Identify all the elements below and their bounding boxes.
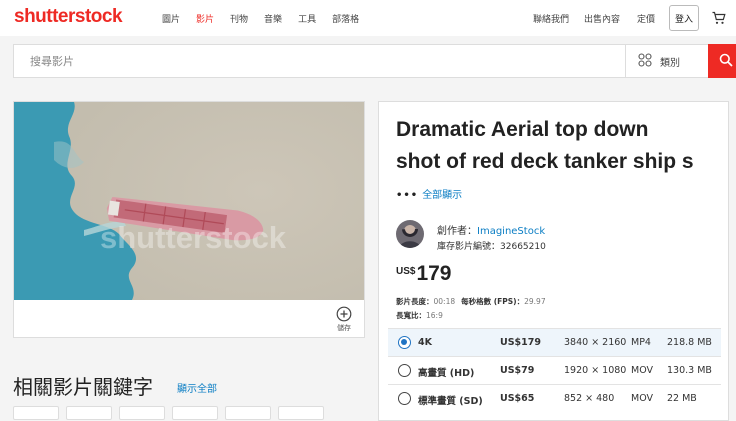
search-button[interactable]	[708, 44, 736, 78]
contact-us-link[interactable]: 聯絡我們	[533, 12, 569, 25]
video-preview-card: shutterstock 儲存	[13, 101, 365, 338]
nav-item-editorial[interactable]: 刊物	[230, 12, 248, 25]
category-button[interactable]: 類別	[625, 45, 705, 77]
keyword-chip[interactable]	[13, 406, 59, 420]
watermark-text: shutterstock	[100, 220, 287, 255]
save-label: 儲存	[337, 324, 351, 332]
option-row-4k[interactable]: 4K US$179 3840 × 2160 MP4 218.8 MB	[388, 328, 721, 356]
details-panel: Dramatic Aerial top down shot of red dec…	[378, 101, 729, 421]
radio-sd[interactable]	[398, 392, 411, 405]
nav-item-blog[interactable]: 部落格	[332, 12, 359, 25]
search-icon	[719, 52, 733, 71]
video-thumbnail[interactable]: shutterstock	[14, 102, 364, 300]
search-bar: 類別	[13, 44, 736, 78]
stock-id-line: 庫存影片編號：32665210	[437, 242, 546, 252]
radio-hd[interactable]	[398, 364, 411, 377]
keyword-chip[interactable]	[278, 406, 324, 420]
nav-item-video[interactable]: 影片	[196, 12, 214, 25]
clip-length-and-fps: 影片長度：00:18 每秒格數 (FPS)：29.97	[396, 297, 546, 306]
video-title: Dramatic Aerial top down shot of red dec…	[396, 118, 694, 173]
author-line: 創作者：ImagineStock	[437, 226, 546, 237]
price: US$179	[396, 262, 452, 285]
nav-item-music[interactable]: 音樂	[264, 12, 282, 25]
category-label: 類別	[660, 57, 680, 69]
ellipsis-icon: •••	[396, 190, 419, 201]
shutterstock-logo[interactable]: shutterstock	[14, 6, 123, 28]
show-full-title-link[interactable]: ••• 全部顯示	[396, 186, 462, 201]
keyword-chip[interactable]	[225, 406, 271, 420]
save-button[interactable]: 儲存	[332, 306, 356, 333]
logo-o-icon: o	[90, 6, 103, 27]
option-row-sd[interactable]: 標準畫質 (SD) US$65 852 × 480 MOV 22 MB	[388, 384, 721, 412]
author-link[interactable]: ImagineStock	[477, 226, 545, 237]
main-nav: 圖片 影片 刊物 音樂 工具 部落格	[162, 12, 375, 25]
aspect-ratio: 長寬比：16:9	[396, 311, 443, 320]
cart-icon[interactable]	[712, 10, 726, 29]
license-options: 4K US$179 3840 × 2160 MP4 218.8 MB 高畫質 (…	[388, 328, 721, 412]
keyword-chip[interactable]	[172, 406, 218, 420]
keywords-show-all-link[interactable]: 顯示全部	[177, 380, 217, 395]
plus-circle-icon	[332, 306, 356, 322]
grid-icon	[638, 52, 652, 70]
radio-4k[interactable]	[398, 336, 411, 349]
sell-content-link[interactable]: 出售內容	[584, 12, 620, 25]
keyword-chip-list	[13, 406, 324, 420]
keyword-chip[interactable]	[119, 406, 165, 420]
login-button[interactable]: 登入	[669, 5, 699, 31]
top-navigation-bar: shutterstock 圖片 影片 刊物 音樂 工具 部落格 聯絡我們 出售內…	[0, 0, 736, 36]
nav-item-images[interactable]: 圖片	[162, 12, 180, 25]
pricing-link[interactable]: 定價	[637, 12, 655, 25]
option-row-hd[interactable]: 高畫質 (HD) US$79 1920 × 1080 MOV 130.3 MB	[388, 356, 721, 384]
author-avatar[interactable]	[396, 220, 424, 248]
search-input[interactable]	[30, 45, 590, 77]
related-keywords-heading: 相關影片關鍵字	[13, 375, 153, 399]
nav-item-tools[interactable]: 工具	[298, 12, 316, 25]
keyword-chip[interactable]	[66, 406, 112, 420]
